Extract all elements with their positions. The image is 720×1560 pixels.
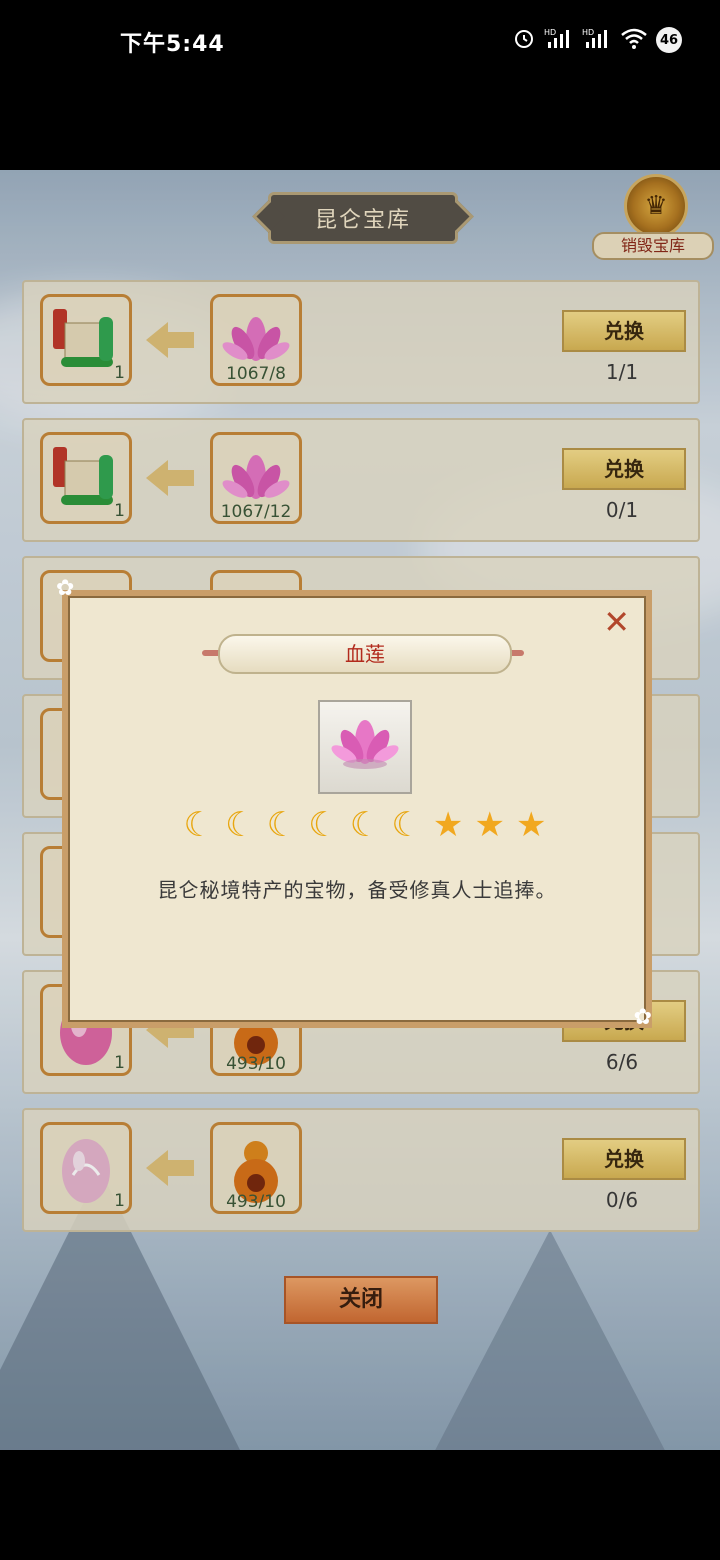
lotus-icon — [331, 720, 399, 769]
svg-text:HD: HD — [544, 28, 556, 37]
item-grade: ☾ ☾ ☾ ☾ ☾ ☾ ★ ★ ★ — [180, 804, 550, 846]
hd-signal-icon: HD — [544, 26, 574, 54]
close-icon[interactable]: ✕ — [603, 606, 630, 638]
hd-signal-icon: HD — [582, 26, 612, 54]
clock: 下午5:44 — [120, 32, 225, 57]
wifi-icon — [620, 26, 648, 54]
item-detail-popup: ✿ ✿ ✕ 血莲 ☾ ☾ ☾ ☾ ☾ ☾ ★ ★ ★ 昆仑秘境特产的宝物，备受修真人士追捧。 — [56, 576, 652, 1030]
status-bar: 下午5:44 HD HD 46 — [0, 0, 720, 60]
star-icon: ★ — [516, 805, 547, 845]
item-name: 血莲 — [218, 634, 512, 674]
battery-badge: 46 — [656, 27, 682, 53]
moon-icon: ☾ — [266, 805, 298, 845]
item-icon-frame — [318, 700, 412, 794]
flower-decoration-icon: ✿ — [56, 576, 75, 601]
item-description: 昆仑秘境特产的宝物，备受修真人士追捧。 — [157, 878, 557, 902]
status-icons: HD HD 46 — [512, 26, 682, 54]
star-icon: ★ — [474, 805, 505, 845]
alarm-icon — [512, 26, 536, 54]
flower-decoration-icon: ✿ — [633, 1005, 652, 1030]
star-icon: ★ — [432, 805, 464, 845]
moon-icon: ☾ — [183, 805, 215, 845]
svg-text:HD: HD — [582, 28, 594, 37]
moon-icon: ☾ — [349, 805, 381, 845]
moon-icon: ☾ — [308, 805, 339, 845]
moon-icon: ☾ — [391, 805, 422, 845]
moon-icon: ☾ — [225, 805, 256, 845]
